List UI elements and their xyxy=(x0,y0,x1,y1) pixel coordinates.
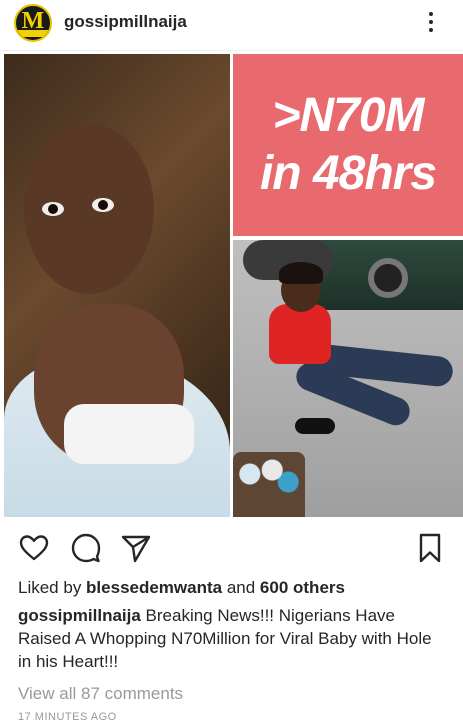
caption-username[interactable]: gossipmillnaija xyxy=(18,606,141,625)
baby-eye-left xyxy=(42,202,64,216)
headline-banner: >N70M in 48hrs xyxy=(233,54,463,236)
diaper-shape xyxy=(64,404,194,464)
post-timestamp: 17 MINUTES AGO xyxy=(18,711,117,720)
send-icon[interactable] xyxy=(120,532,152,564)
man-shirt-shape xyxy=(269,304,331,364)
liked-by-user[interactable]: blessedemwanta xyxy=(86,578,222,597)
post-media[interactable]: >N70M in 48hrs xyxy=(0,54,463,517)
cans-shape xyxy=(237,458,301,498)
car-wheel-shape xyxy=(368,258,408,298)
likes-prefix: Liked by xyxy=(18,578,87,597)
likes-summary[interactable]: Liked by blessedemwanta and 600 others xyxy=(18,578,345,598)
post-username[interactable]: gossipmillnaija xyxy=(64,12,187,32)
view-all-comments-link[interactable]: View all 87 comments xyxy=(18,684,183,704)
avatar[interactable]: M xyxy=(14,4,52,42)
avatar-logo-strip xyxy=(16,30,50,37)
collage-right-panel: >N70M in 48hrs xyxy=(233,54,463,517)
baby-eye-right xyxy=(92,198,114,212)
comment-icon[interactable] xyxy=(70,532,102,564)
more-dot xyxy=(429,20,433,24)
likes-middle: and xyxy=(222,578,260,597)
likes-others[interactable]: 600 others xyxy=(260,578,345,597)
more-dot xyxy=(429,28,433,32)
heart-icon[interactable] xyxy=(18,532,50,564)
headline-amount: >N70M xyxy=(272,89,424,142)
baby-photo xyxy=(4,54,230,517)
headline-duration: in 48hrs xyxy=(259,147,437,200)
street-photo xyxy=(233,240,463,517)
header-divider xyxy=(0,50,463,51)
more-dot xyxy=(429,12,433,16)
bookmark-icon[interactable] xyxy=(414,532,446,564)
action-bar xyxy=(0,528,463,568)
post-header: M gossipmillnaija xyxy=(0,0,463,48)
post-caption: gossipmillnaija Breaking News!!! Nigeria… xyxy=(18,604,448,673)
shoe-shape xyxy=(295,418,335,434)
man-hair-shape xyxy=(279,262,323,284)
more-options-icon[interactable] xyxy=(424,10,438,34)
